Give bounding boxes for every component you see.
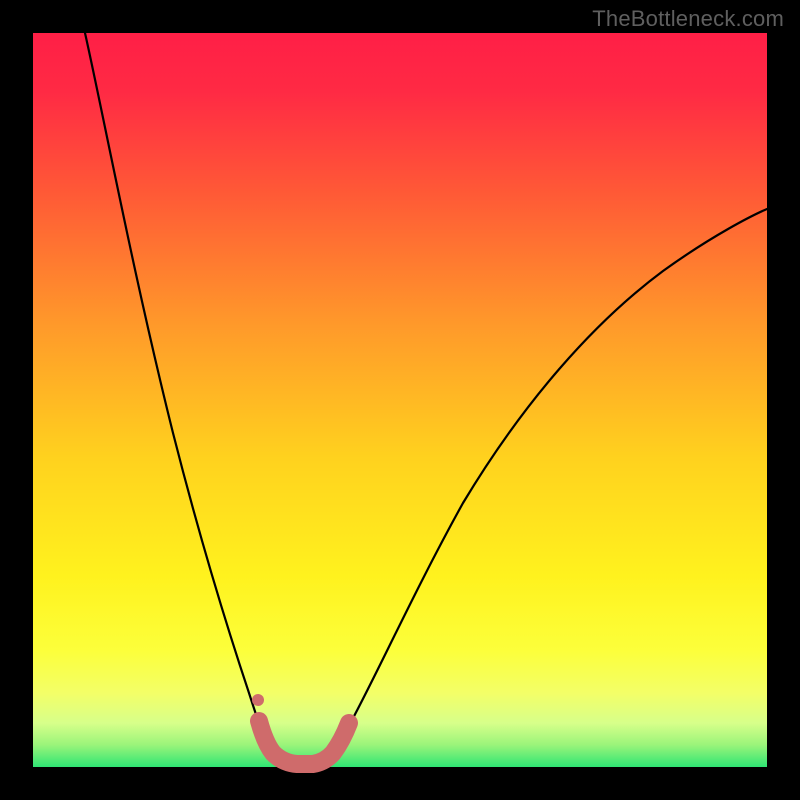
chart-svg bbox=[33, 33, 767, 767]
plot-area bbox=[33, 33, 767, 767]
gradient-background bbox=[33, 33, 767, 767]
watermark-text: TheBottleneck.com bbox=[592, 6, 784, 32]
highlight-dot bbox=[252, 694, 264, 706]
chart-frame: TheBottleneck.com bbox=[0, 0, 800, 800]
